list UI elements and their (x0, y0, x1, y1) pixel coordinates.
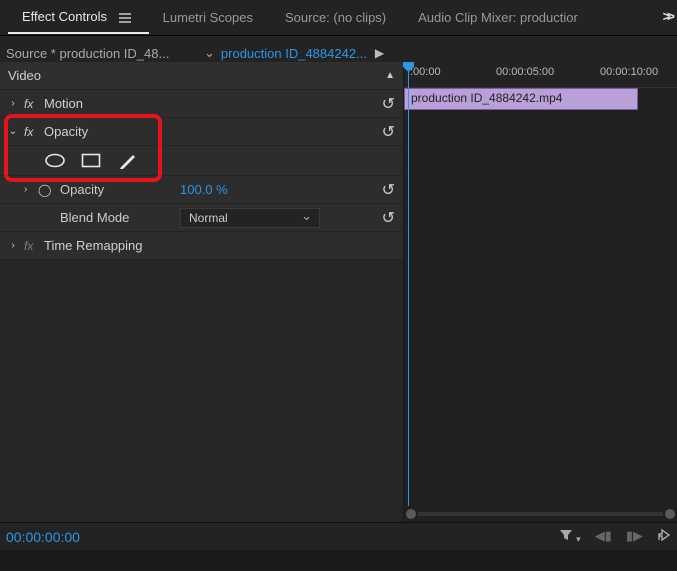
time-tick: :00:00 (410, 66, 441, 78)
timeline-panel: :00:00 00:00:05:00 00:00:10:00 productio… (404, 62, 677, 522)
panel-menu-icon[interactable] (119, 11, 131, 26)
blend-mode-select[interactable]: Normal (180, 208, 320, 228)
source-master-label: Source * production ID_48... (4, 46, 198, 61)
time-tick: 00:00:10:00 (600, 66, 658, 78)
tab-overflow-icon[interactable]: >> (663, 8, 671, 24)
video-header-label: Video (8, 68, 41, 83)
sync-play-icon[interactable]: ▶ (375, 46, 384, 60)
fx-badge-icon[interactable]: fx (24, 239, 40, 253)
reset-icon[interactable]: ↺ (382, 94, 395, 114)
time-ruler[interactable]: :00:00 00:00:05:00 00:00:10:00 (404, 62, 677, 88)
blend-mode-label: Blend Mode (60, 210, 180, 225)
reset-icon[interactable]: ↺ (382, 180, 395, 200)
time-tick: 00:00:05:00 (496, 66, 554, 78)
tab-audio-mixer-label: Audio Clip Mixer: productior (418, 10, 578, 25)
chevron-right-icon[interactable]: › (24, 184, 38, 195)
chevron-right-icon[interactable]: › (6, 240, 20, 251)
scroll-knob-left[interactable] (406, 509, 416, 519)
ellipse-mask-icon[interactable] (44, 152, 66, 170)
fx-badge-icon[interactable]: fx (24, 125, 40, 139)
opacity-label: Opacity (44, 124, 88, 139)
motion-label: Motion (44, 96, 83, 111)
opacity-param-label: Opacity (60, 182, 180, 197)
fx-badge-icon[interactable]: fx (24, 97, 40, 111)
horizontal-scrollbar[interactable] (404, 508, 677, 520)
scroll-knob-right[interactable] (665, 509, 675, 519)
step-forward-icon[interactable]: ▮▶ (626, 528, 643, 545)
tab-lumetri-scopes[interactable]: Lumetri Scopes (149, 2, 271, 33)
opacity-effect-row[interactable]: ⌄ fx Opacity ↺ (0, 118, 403, 146)
effect-list-panel: Video ▲ › fx Motion ↺ ⌄ fx Opacity ↺ (0, 62, 404, 522)
source-dropdown-icon[interactable]: ⌄ (198, 45, 221, 61)
opacity-param-row: › ◯ Opacity 100.0 % ↺ (0, 176, 403, 204)
empty-area (0, 260, 403, 522)
reset-icon[interactable]: ↺ (382, 208, 395, 228)
source-clip-link[interactable]: production ID_4884242... (221, 46, 367, 61)
export-frame-icon[interactable] (657, 528, 671, 545)
tab-lumetri-label: Lumetri Scopes (163, 10, 253, 25)
tab-effect-controls-label: Effect Controls (22, 9, 107, 24)
motion-effect-row[interactable]: › fx Motion ↺ (0, 90, 403, 118)
opacity-value[interactable]: 100.0 % (180, 182, 228, 197)
playhead[interactable] (408, 62, 409, 506)
tab-effect-controls[interactable]: Effect Controls (8, 1, 149, 33)
pen-mask-icon[interactable] (116, 152, 138, 170)
filter-icon[interactable]: ▾ (559, 528, 581, 545)
tab-source[interactable]: Source: (no clips) (271, 2, 404, 33)
step-back-icon[interactable]: ◀▮ (595, 528, 612, 545)
reset-icon[interactable]: ↺ (382, 122, 395, 142)
tab-audio-mixer[interactable]: Audio Clip Mixer: productior (404, 2, 584, 33)
time-remapping-row[interactable]: › fx Time Remapping (0, 232, 403, 260)
scroll-track[interactable] (418, 512, 663, 516)
tab-source-label: Source: (no clips) (285, 10, 386, 25)
timecode[interactable]: 00:00:00:00 (6, 529, 80, 545)
stopwatch-icon[interactable]: ◯ (38, 183, 54, 197)
chevron-right-icon[interactable]: › (6, 98, 20, 109)
blend-mode-row: › ◯ Blend Mode Normal ↺ (0, 204, 403, 232)
chevron-down-icon[interactable]: ⌄ (6, 126, 20, 137)
collapse-up-icon[interactable]: ▲ (385, 70, 395, 81)
clip-bar[interactable]: production ID_4884242.mp4 (404, 88, 638, 110)
mask-tools-row (0, 146, 403, 176)
video-effects-header[interactable]: Video ▲ (0, 62, 403, 90)
time-remapping-label: Time Remapping (44, 238, 143, 253)
rectangle-mask-icon[interactable] (80, 152, 102, 170)
